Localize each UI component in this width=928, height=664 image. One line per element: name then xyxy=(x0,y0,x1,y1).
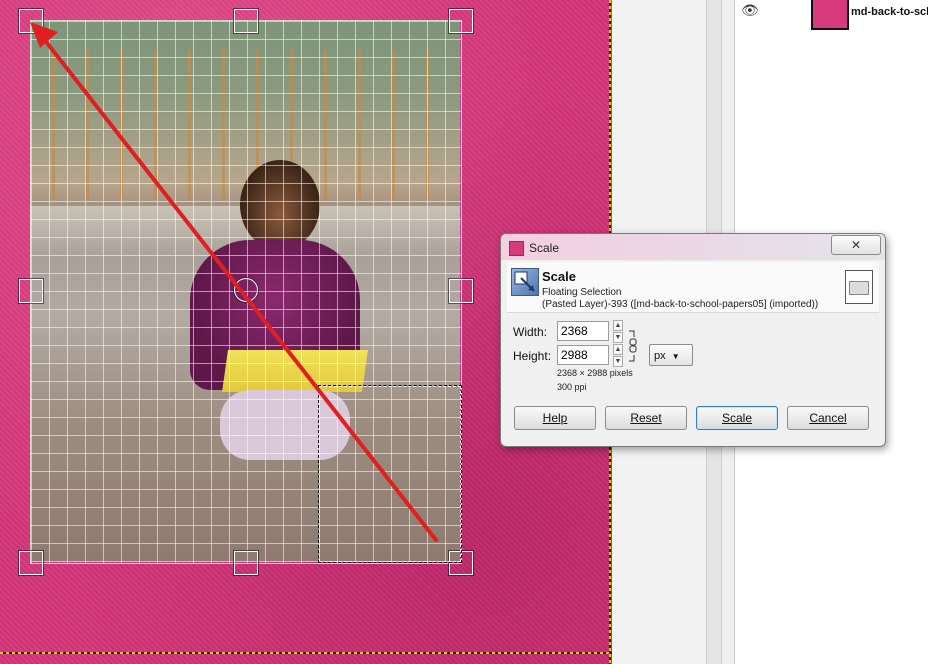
dialog-header: Scale Floating Selection (Pasted Layer)-… xyxy=(507,262,879,313)
height-input[interactable] xyxy=(557,345,609,365)
unit-select[interactable]: px ▼ xyxy=(649,344,693,366)
width-input[interactable] xyxy=(557,321,609,341)
unit-value: px xyxy=(654,350,666,362)
gimp-app-icon xyxy=(509,241,524,256)
layer-info-text: (Pasted Layer)-393 ([md-back-to-school-p… xyxy=(542,299,819,310)
dialog-titlebar[interactable]: Scale ✕ xyxy=(501,234,885,260)
eye-icon[interactable]: 👁 xyxy=(741,2,759,19)
resolution-readout: 300 ppi xyxy=(557,382,587,392)
layer-row[interactable]: 👁 md-back-to-scho xyxy=(735,0,928,30)
close-button[interactable]: ✕ xyxy=(831,235,881,255)
chevron-down-icon: ▼ xyxy=(671,352,680,361)
height-label: Height: xyxy=(513,349,552,363)
dialog-subtitle: Floating Selection xyxy=(542,287,622,298)
canvas-boundary-bottom xyxy=(0,652,612,654)
height-spinner[interactable]: ▲ ▼ xyxy=(613,344,623,367)
scale-handle-top-left[interactable] xyxy=(19,9,43,33)
scale-handle-bottom-center[interactable] xyxy=(234,551,258,575)
scale-handle-middle-left[interactable] xyxy=(19,279,43,303)
scale-dialog: Scale ✕ Scale Floating Selection (Pasted… xyxy=(500,233,886,447)
width-spinner[interactable]: ▲ ▼ xyxy=(613,320,623,343)
scale-handle-bottom-left[interactable] xyxy=(19,551,43,575)
width-label: Width: xyxy=(513,325,548,339)
dialog-heading: Scale xyxy=(542,269,576,284)
layer-name: md-back-to-scho xyxy=(851,6,928,18)
scale-handle-top-center[interactable] xyxy=(234,9,258,33)
scale-handle-top-right[interactable] xyxy=(449,9,473,33)
scale-button[interactable]: Scale xyxy=(696,406,778,430)
dialog-title: Scale xyxy=(529,241,560,255)
scale-tool-icon xyxy=(511,268,539,296)
reset-button[interactable]: Reset xyxy=(605,406,687,430)
dimensions-readout: 2368 × 2988 pixels xyxy=(557,368,633,378)
cancel-button[interactable]: Cancel xyxy=(787,406,869,430)
preview-thumbnail-icon xyxy=(845,270,873,304)
help-button[interactable]: Help xyxy=(514,406,596,430)
layer-thumbnail xyxy=(811,0,849,30)
chain-link-icon[interactable] xyxy=(628,329,638,363)
scale-handle-middle-right[interactable] xyxy=(449,279,473,303)
floating-selection-outline xyxy=(318,385,462,563)
center-pivot-marker[interactable] xyxy=(234,278,258,302)
